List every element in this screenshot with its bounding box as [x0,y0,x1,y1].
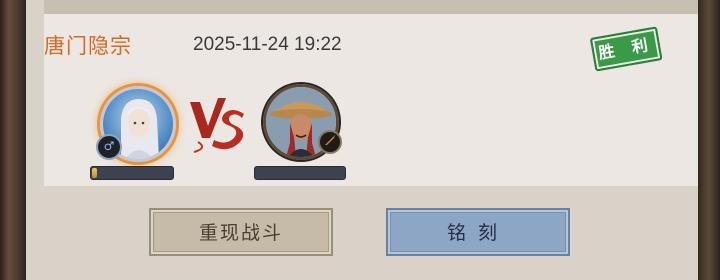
player-right-progress-bar [254,166,346,180]
opponent-sect-name: 唐门隐宗 [44,34,132,58]
player-left-progress-bar [90,166,174,180]
replay-battle-button[interactable]: 重现战斗 [149,208,333,256]
versus-emblem [188,92,248,154]
engrave-button[interactable]: 铭刻 [386,208,570,256]
right-frame [698,0,720,280]
blade-icon [325,135,335,145]
left-frame [0,0,26,280]
card-top-strip [44,0,698,14]
vs-icon [190,98,244,153]
dagger-weapon-icon [318,130,342,154]
battle-datetime: 2025-11-24 19:22 [193,34,342,55]
victory-stamp-label: 胜 利 [589,26,663,72]
male-gender-icon: ♂ [96,134,122,160]
player-left-progress-fill [92,168,97,178]
